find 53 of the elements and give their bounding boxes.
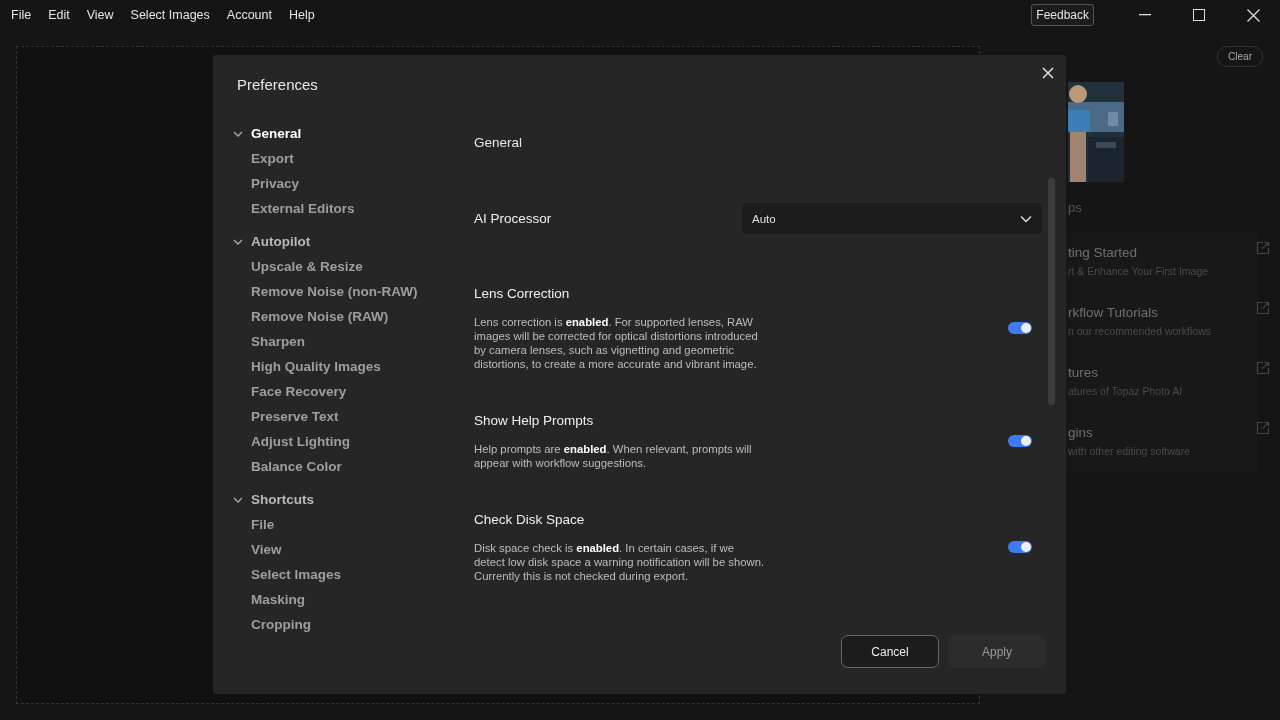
menu-item[interactable]: File [5,8,38,22]
nav-item[interactable]: Cropping [251,612,311,637]
nav-group[interactable]: General [251,126,302,141]
nav-item[interactable]: Masking [251,587,305,612]
nav-item[interactable]: View [251,537,282,562]
nav-item[interactable]: Export [251,146,294,171]
setting-title: Show Help Prompts [474,413,594,428]
setting-description: Lens correction is enabled. For supported lenses, RAW images will be corrected for optical distortions introduced by camera lenses, such as vignetting and geometric distortions, to create a more accurate and vibrant image. [474,315,759,371]
chevron-down-icon [1020,214,1032,223]
clear-button[interactable]: Clear [1217,46,1263,67]
nav-item[interactable]: Face Recovery [251,379,347,404]
maximize-icon [1193,9,1205,21]
menu-item[interactable]: View [80,8,120,22]
minimize-icon [1139,14,1151,16]
menu-item[interactable]: Select Images [124,8,216,22]
setting-description: Help prompts are enabled. When relevant, prompts will appear with workflow suggestions. [474,442,753,470]
dialog-title: Preferences [237,76,318,93]
nav-item[interactable]: External Editors [251,196,355,221]
setting-title: Check Disk Space [474,512,585,527]
setting-description: Disk space check is enabled. In certain cases, if we detect low disk space a warning notification will be shown. Currently this is not checked during export. [474,541,766,583]
cancel-button[interactable]: Cancel [841,635,939,668]
nav-item[interactable]: Preserve Text [251,404,339,429]
setting-title: Lens Correction [474,286,570,301]
nav-item[interactable]: Upscale & Resize [251,254,363,279]
toggle-switch[interactable] [1008,540,1032,553]
nav-item[interactable]: Remove Noise (non-RAW) [251,279,418,304]
toggle-switch[interactable] [1008,434,1032,447]
feedback-button[interactable]: Feedback [1031,4,1094,26]
menu-item[interactable]: Edit [42,8,76,22]
menu-item[interactable]: Account [220,8,278,22]
processor-dropdown[interactable]: Auto [742,203,1042,234]
nav-item[interactable]: Remove Noise (RAW) [251,304,389,329]
close-icon [1246,8,1260,22]
link-title[interactable]: gins [1068,425,1258,440]
nav-group[interactable]: Shortcuts [251,492,314,507]
section-label: ps [1068,200,1083,215]
link-title[interactable]: tures [1068,365,1258,380]
nav-group[interactable]: Autopilot [251,234,311,249]
setting-label: AI Processor [474,211,552,226]
toggle-switch[interactable] [1008,321,1032,334]
close-button[interactable] [1040,65,1056,81]
menu-item[interactable]: Help [282,8,321,22]
link-title[interactable]: rkflow Tutorials [1068,305,1258,320]
close-icon [1040,65,1056,81]
section-heading: General [474,135,524,150]
link-title[interactable]: ting Started [1068,245,1258,260]
nav-item[interactable]: Privacy [251,171,300,196]
nav-item[interactable]: Balance Color [251,454,342,479]
nav-item[interactable]: Sharpen [251,329,305,354]
nav-item[interactable]: Adjust Lighting [251,429,350,454]
nav-item[interactable]: High Quality Images [251,354,381,379]
nav-item[interactable]: File [251,512,275,537]
nav-item[interactable]: Select Images [251,562,342,587]
